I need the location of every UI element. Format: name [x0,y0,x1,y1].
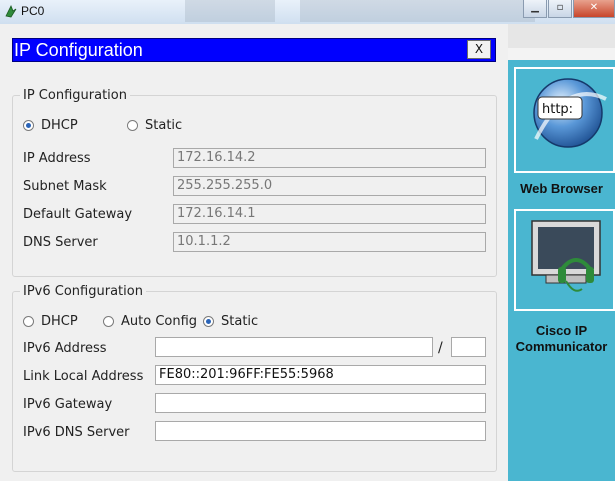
radio-unselected-icon [103,316,114,327]
ipv6-dhcp-radio[interactable]: DHCP [23,314,78,329]
ip-communicator-label[interactable]: Cisco IP Communicator [508,323,615,355]
minimize-button[interactable]: ▁ [523,0,547,18]
ipv4-group-title: IP Configuration [23,88,127,103]
ip-communicator-tile[interactable] [514,209,615,311]
web-browser-tile[interactable]: http: [514,67,615,173]
window-close-button[interactable]: ✕ [573,0,615,18]
ip-address-label: IP Address [23,151,91,166]
dns-server-label: DNS Server [23,235,98,250]
subnet-mask-label: Subnet Mask [23,179,107,194]
dialog-header: IP Configuration X [12,38,496,62]
dns-server-field[interactable]: 10.1.1.2 [173,232,486,252]
ipv4-static-label: Static [145,118,183,133]
ipv6-static-radio[interactable]: Static [203,314,258,329]
radio-unselected-icon [23,316,34,327]
ip-configuration-dialog: IP Configuration X IP Configuration DHCP… [0,24,508,481]
window-title: PC0 [21,4,45,18]
dialog-title: IP Configuration [14,40,143,60]
subnet-mask-field[interactable]: 255.255.255.0 [173,176,486,196]
ipv6-dns-server-label: IPv6 DNS Server [23,425,130,440]
ipv6-static-label: Static [221,314,259,329]
ipv6-auto-config-radio[interactable]: Auto Config [103,314,197,329]
window-titlebar: PC0 ▁ ▫ ✕ [0,0,615,25]
link-local-address-field[interactable]: FE80::201:96FF:FE55:5968 [155,365,486,385]
ipv6-dhcp-label: DHCP [41,314,78,329]
web-browser-icon: http: [533,78,607,148]
default-gateway-label: Default Gateway [23,207,133,222]
ip-communicator-icon [531,220,601,292]
window-controls: ▁ ▫ ✕ [522,0,615,18]
ipv6-group-title: IPv6 Configuration [23,284,143,299]
ipv6-dns-server-field[interactable] [155,421,486,441]
web-browser-icon-text: http: [542,102,573,117]
web-browser-label[interactable]: Web Browser [508,181,615,197]
radio-selected-icon [203,316,214,327]
ip-address-field[interactable]: 172.16.14.2 [173,148,486,168]
ipv6-address-field[interactable] [155,337,433,357]
desktop-tab-strip-lower [508,48,615,60]
maximize-button[interactable]: ▫ [548,0,572,18]
ipv4-static-radio[interactable]: Static [127,118,182,133]
background-window-ghost [185,0,275,22]
prefix-separator: / [438,340,443,356]
packet-tracer-pc-icon [5,5,17,18]
default-gateway-field[interactable]: 172.16.14.1 [173,204,486,224]
ipv4-dhcp-radio[interactable]: DHCP [23,118,78,133]
link-local-address-label: Link Local Address [23,369,144,384]
dialog-close-button[interactable]: X [467,40,491,59]
ipv6-prefix-length-field[interactable] [451,337,486,357]
ipv4-dhcp-label: DHCP [41,118,78,133]
ipv6-auto-config-label: Auto Config [121,314,198,329]
ipv6-address-label: IPv6 Address [23,341,107,356]
background-window-ghost [300,0,535,22]
radio-unselected-icon [127,120,138,131]
ipv6-gateway-field[interactable] [155,393,486,413]
ipv6-gateway-label: IPv6 Gateway [23,397,113,412]
radio-selected-icon [23,120,34,131]
